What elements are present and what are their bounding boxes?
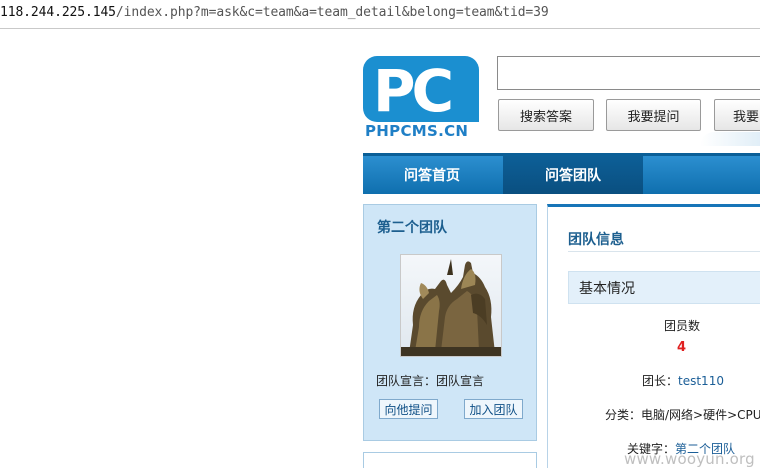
team-card: 第二个团队 团队宣言：团队宣言 向他提问 加入团队 xyxy=(363,204,537,441)
answer-button-partial[interactable]: 我要 xyxy=(714,99,760,131)
url-host: 118.244.225.145 xyxy=(0,5,116,20)
title-divider xyxy=(568,251,760,252)
watermark: www.wooyun.org xyxy=(624,450,755,468)
logo-mark: PC xyxy=(373,57,454,122)
team-photo[interactable] xyxy=(400,254,502,357)
nav-ask-team[interactable]: 问答团队 xyxy=(503,156,643,194)
member-count-label: 团员数 xyxy=(664,319,701,333)
team-name: 第二个团队 xyxy=(377,220,447,236)
ask-them-button[interactable]: 向他提问 xyxy=(379,399,438,419)
header-decoration xyxy=(700,132,760,146)
search-input[interactable] xyxy=(497,56,760,90)
leader-link[interactable]: test110 xyxy=(678,374,724,388)
sidebar-next-panel xyxy=(363,452,537,468)
logo-badge: PC xyxy=(363,56,479,122)
team-info-panel: 团队信息 基本情况 团员数 4 团长：test110 分类：电脑/网络>硬件>C… xyxy=(547,204,760,468)
team-info-title: 团队信息 xyxy=(568,232,624,248)
team-leader: 团长：test110 xyxy=(642,372,724,389)
ask-question-button[interactable]: 我要提问 xyxy=(606,99,701,131)
member-count-value: 4 xyxy=(677,340,687,355)
join-team-button[interactable]: 加入团队 xyxy=(464,399,523,419)
team-motto: 团队宣言：团队宣言 xyxy=(376,374,485,388)
main-nav: 问答首页 问答团队 xyxy=(363,153,760,194)
horses-statue-icon xyxy=(401,255,501,356)
basic-info-header: 基本情况 xyxy=(568,271,760,304)
site-logo[interactable]: PC PHPCMS.CN xyxy=(363,56,479,142)
leader-label: 团长： xyxy=(642,374,679,388)
search-answers-button[interactable]: 搜索答案 xyxy=(498,99,594,131)
team-category: 分类：电脑/网络>硬件>CPU xyxy=(605,408,760,422)
url-path: /index.php?m=ask&c=team&a=team_detail&be… xyxy=(115,5,549,20)
address-bar[interactable]: 118.244.225.145/index.php?m=ask&c=team&a… xyxy=(0,0,760,29)
address-url[interactable]: 118.244.225.145/index.php?m=ask&c=team&a… xyxy=(0,5,549,20)
logo-brand-text: PHPCMS.CN xyxy=(365,122,469,140)
nav-ask-home[interactable]: 问答首页 xyxy=(363,156,501,194)
